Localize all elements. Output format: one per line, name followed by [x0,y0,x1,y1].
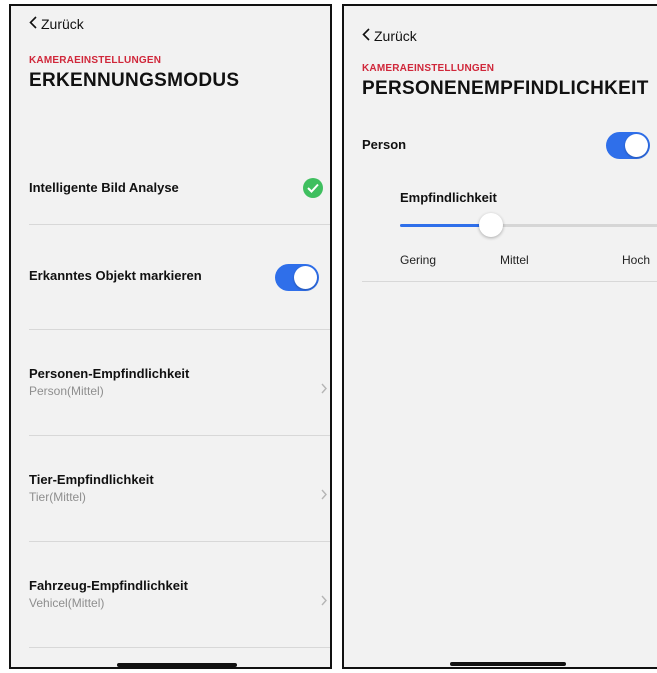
back-button[interactable]: Zurück [29,16,84,32]
row-vehicle-sensitivity[interactable]: Fahrzeug-Empfindlichkeit Vehicel(Mittel) [11,548,330,644]
row-label-person-sensitivity: Personen-Empfindlichkeit [29,366,190,381]
sensitivity-label: Empfindlichkeit [400,190,497,205]
section-eyebrow: KAMERAEINSTELLUNGEN [362,63,495,74]
row-person-sensitivity[interactable]: Personen-Empfindlichkeit Person(Mittel) [11,336,330,432]
home-indicator[interactable] [450,662,566,666]
check-circle-icon [303,178,323,198]
back-label: Zurück [374,28,417,44]
row-label-mark-object: Erkanntes Objekt markieren [29,268,202,283]
divider [29,647,330,648]
page-title: PERSONENEMPFINDLICHKEIT [362,78,649,99]
chevron-right-icon [321,381,327,399]
divider [29,329,330,330]
section-eyebrow: KAMERAEINSTELLUNGEN [29,55,162,66]
back-button[interactable]: Zurück [362,28,417,44]
person-toggle[interactable] [606,132,650,159]
chevron-left-icon [29,16,41,32]
chevron-right-icon [321,487,327,505]
row-sub-vehicle-sensitivity: Vehicel(Mittel) [29,596,105,610]
divider [29,224,330,225]
row-sub-animal-sensitivity: Tier(Mittel) [29,490,86,504]
row-label-vehicle-sensitivity: Fahrzeug-Empfindlichkeit [29,578,188,593]
left-screen: Zurück KAMERAEINSTELLUNGEN ERKENNUNGSMOD… [9,4,332,669]
chevron-left-icon [362,28,374,44]
toggle-knob [625,134,648,157]
slider-thumb[interactable] [479,213,503,237]
page-title: ERKENNUNGSMODUS [29,70,240,91]
row-animal-sensitivity[interactable]: Tier-Empfindlichkeit Tier(Mittel) [11,442,330,538]
row-label-intelligent-analysis: Intelligente Bild Analyse [29,180,179,195]
person-label: Person [362,137,407,152]
row-sub-person-sensitivity: Person(Mittel) [29,384,104,398]
sensitivity-slider[interactable] [400,212,657,238]
tick-low: Gering [400,253,437,267]
divider [29,435,330,436]
tick-medium: Mittel [500,253,529,267]
toggle-knob [294,266,317,289]
home-indicator[interactable] [117,663,237,667]
slider-fill [400,224,491,227]
divider [29,541,330,542]
tick-high: Hoch [622,253,651,267]
right-screen: Zurück KAMERAEINSTELLUNGEN PERSONENEMPFI… [342,4,657,669]
back-label: Zurück [41,16,84,32]
divider [362,281,657,282]
row-label-animal-sensitivity: Tier-Empfindlichkeit [29,472,154,487]
mark-object-toggle[interactable] [275,264,319,291]
chevron-right-icon [321,593,327,611]
